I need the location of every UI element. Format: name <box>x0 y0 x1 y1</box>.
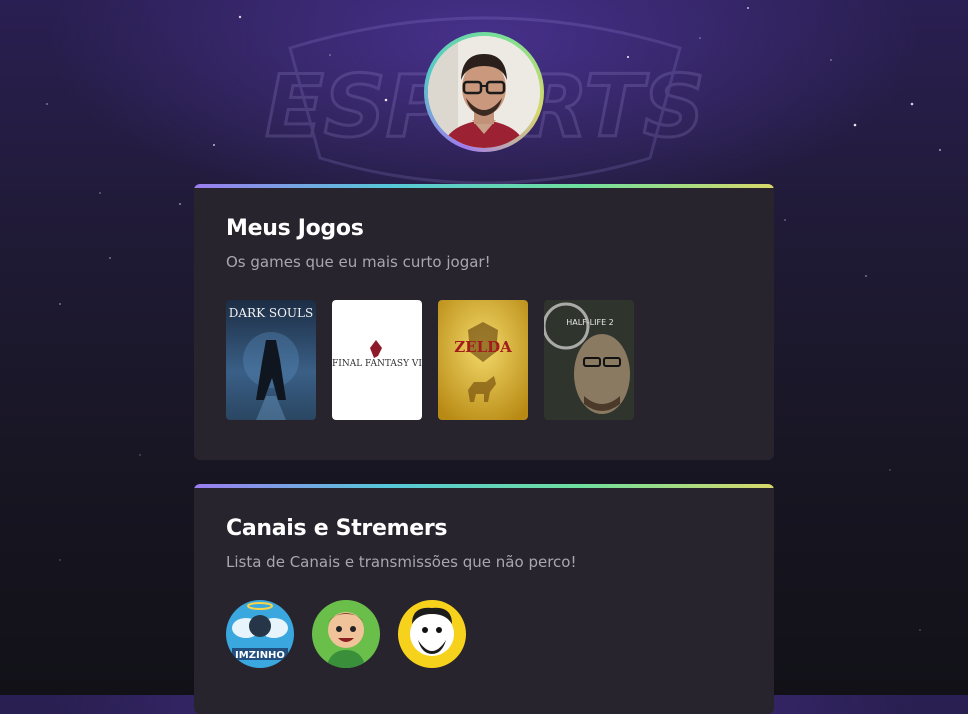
card-accent-bar <box>194 184 774 188</box>
svg-text:FINAL FANTASY VI: FINAL FANTASY VI <box>332 359 422 369</box>
streamers-subtitle: Lista de Canais e transmissões que não p… <box>226 553 577 571</box>
game-cover-half-life-2[interactable]: HALF-LIFE 2 <box>544 300 634 420</box>
streamer-avatar-imzinho[interactable]: IMZINHO <box>226 600 294 668</box>
streamers-list: IMZINHO <box>226 600 466 668</box>
avatar-photo <box>428 36 540 148</box>
games-title: Meus Jogos <box>226 216 364 241</box>
streamer-avatar-3[interactable] <box>398 600 466 668</box>
svg-text:IMZINHO: IMZINHO <box>235 650 285 661</box>
games-subtitle: Os games que eu mais curto jogar! <box>226 253 491 271</box>
game-cover-final-fantasy-vi[interactable]: FINAL FANTASY VI <box>332 300 422 420</box>
streamers-card: Canais e Stremers Lista de Canais e tran… <box>194 484 774 714</box>
profile-avatar <box>428 36 540 148</box>
game-cover-dark-souls[interactable]: DARK SOULS <box>226 300 316 420</box>
games-card: Meus Jogos Os games que eu mais curto jo… <box>194 184 774 460</box>
svg-text:ZELDA: ZELDA <box>454 338 512 356</box>
streamer-avatar-2[interactable] <box>312 600 380 668</box>
card-accent-bar <box>194 484 774 488</box>
svg-text:HALF-LIFE 2: HALF-LIFE 2 <box>566 318 614 327</box>
games-list: DARK SOULS FINAL FANTASY VI ZELDA HALF-L… <box>226 300 634 420</box>
svg-text:DARK SOULS: DARK SOULS <box>229 306 313 320</box>
streamers-title: Canais e Stremers <box>226 516 448 541</box>
profile-avatar-ring <box>424 32 544 152</box>
game-cover-zelda[interactable]: ZELDA <box>438 300 528 420</box>
